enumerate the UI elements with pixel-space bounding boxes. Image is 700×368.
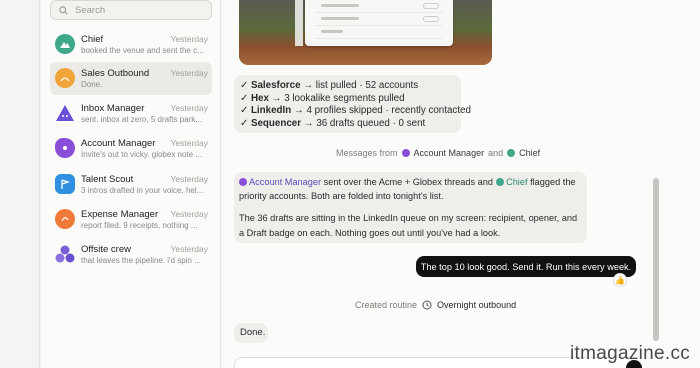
scrollbar-thumb[interactable]: [653, 178, 659, 341]
group-icon: [55, 245, 75, 263]
conversation-name: Account Manager: [81, 138, 156, 149]
summary-step: ✓ LinkedIn → 4 profiles skipped · recent…: [240, 105, 471, 118]
account-manager-dot-icon: [401, 149, 410, 157]
expense-manager-avatar: [55, 209, 75, 229]
talent-scout-avatar: [55, 174, 75, 194]
conversation-name: Talent Scout: [81, 174, 134, 185]
search-input[interactable]: Search: [50, 0, 212, 20]
conversation-time: Yesterday: [170, 174, 209, 184]
mention-account-manager[interactable]: Account Manager: [249, 177, 321, 187]
conversation-name: Sales Outbound: [81, 68, 150, 79]
thumbs-up-reaction-icon[interactable]: 👍: [613, 273, 627, 287]
conversation-name: Offsite crew: [81, 244, 131, 255]
step-tool: Hex: [250, 92, 269, 104]
agent-message-bubble: Account Manager sent over the Acme + Glo…: [234, 172, 587, 243]
chief-dot-icon: [507, 149, 516, 157]
chief-dot-icon: [495, 178, 504, 186]
conversation-preview: sent. inbox at zero, 5 drafts park...: [81, 115, 202, 124]
conversation-item-expense-manager[interactable]: Expense Manager Yesterday report filed. …: [50, 203, 212, 236]
user-message-bubble: The top 10 look good. Send it. Run this …: [416, 256, 636, 277]
conversation-preview: report filed. 9 receipts, nothing ...: [81, 221, 198, 230]
sales-outbound-avatar: [55, 68, 75, 88]
triangle-icon: [56, 105, 74, 121]
sun-icon: [60, 77, 70, 82]
site-watermark: itmagazine.cc: [570, 343, 691, 364]
step-tool: LinkedIn: [250, 105, 292, 117]
clock-icon: [422, 300, 432, 310]
conversation-item-offsite-crew[interactable]: Offsite crew Yesterday that leaves the p…: [50, 238, 212, 271]
account-manager-avatar: [55, 138, 75, 158]
search-icon: [59, 5, 68, 15]
conversation-time: Yesterday: [170, 34, 209, 44]
conversation-name: Expense Manager: [81, 209, 159, 220]
preview-row: [315, 28, 443, 39]
swirl-icon: [61, 217, 69, 222]
eye-icon: [63, 146, 67, 150]
conversation-preview: 3 intros drafted in your voice, hel...: [81, 186, 204, 195]
mention-chief[interactable]: Chief: [506, 177, 527, 187]
step-text: → 3 lookalike segments pulled: [271, 92, 405, 104]
conversation-item-account-manager[interactable]: Account Manager Yesterday Invite's out t…: [50, 132, 212, 165]
conversation-item-inbox-manager[interactable]: Inbox Manager Yesterday sent. inbox at z…: [50, 97, 212, 130]
search-placeholder: Search: [75, 4, 106, 16]
preview-window-edge: [295, 0, 303, 46]
conversation-name: Inbox Manager: [81, 103, 145, 114]
conversation-time: Yesterday: [170, 68, 209, 78]
check-icon: ✓: [240, 105, 249, 117]
conversation-time: Yesterday: [170, 103, 209, 113]
app-frame-edge: [0, 0, 40, 368]
check-icon: ✓: [240, 92, 249, 104]
chat-thread: ✓ Salesforce → list pulled · 52 accounts…: [222, 0, 700, 368]
conversation-time: Yesterday: [170, 138, 209, 148]
conversation-preview: that leaves the pipeline. i'd spin ...: [81, 256, 201, 265]
conversation-preview: booked the venue and sent the c...: [81, 46, 204, 55]
conversation-name: Chief: [81, 34, 104, 45]
user-message-text: The top 10 look good. Send it. Run this …: [420, 261, 632, 272]
screen-preview-image[interactable]: [239, 0, 492, 65]
messages-from-joiner: and: [488, 148, 504, 158]
preview-row: [315, 15, 443, 26]
preview-row: [315, 2, 443, 13]
agent-final-reply: Done.: [234, 323, 268, 343]
conversation-time: Yesterday: [170, 244, 209, 254]
account-manager-dot-icon: [239, 178, 247, 186]
preview-window-card: [305, 0, 453, 46]
step-text: → 36 drafts queued · 0 sent: [303, 117, 426, 129]
message-text: sent over the Acme + Globex threads and: [323, 177, 493, 187]
chief-avatar: [55, 34, 75, 54]
mountain-icon: [60, 42, 70, 48]
messages-from-prefix: Messages from: [336, 148, 398, 158]
check-icon: ✓: [240, 80, 249, 91]
step-tool: Salesforce: [250, 80, 301, 91]
step-tool: Sequencer: [250, 117, 302, 129]
messages-from-agent[interactable]: Account Manager: [414, 148, 485, 158]
step-text: → 4 profiles skipped · recently contacte…: [293, 105, 471, 117]
agent-message-paragraph: Account Manager sent over the Acme + Glo…: [239, 175, 580, 203]
messages-from-agent[interactable]: Chief: [519, 148, 540, 158]
conversation-preview: Invite's out to vicky. globex note ...: [81, 150, 202, 159]
offsite-crew-avatar: [55, 244, 75, 264]
check-icon: ✓: [240, 117, 249, 129]
summary-step: ✓ Hex → 3 lookalike segments pulled: [240, 93, 455, 106]
conversation-item-chief[interactable]: Chief Yesterday booked the venue and sen…: [50, 28, 212, 61]
summary-step: ✓ Salesforce → list pulled · 52 accounts: [240, 80, 455, 93]
conversation-preview: Done.: [81, 80, 103, 89]
routine-created-notice: Created routine Overnight outbound: [355, 300, 516, 310]
step-text: → list pulled · 52 accounts: [303, 80, 419, 91]
inbox-manager-avatar: [55, 103, 75, 123]
conversation-item-sales-outbound[interactable]: Sales Outbound Yesterday Done.: [50, 62, 212, 95]
final-reply-text: Done.: [240, 327, 266, 338]
agent-message-paragraph: The 36 drafts are sitting in the LinkedI…: [239, 213, 578, 238]
conversation-time: Yesterday: [170, 209, 209, 219]
reaction-emoji: 👍: [615, 275, 625, 285]
messages-from-divider: Messages from Account Manager and Chief: [336, 148, 540, 158]
flag-icon: [61, 179, 71, 189]
routine-prefix: Created routine: [355, 300, 418, 310]
conversation-item-talent-scout[interactable]: Talent Scout Yesterday 3 intros drafted …: [50, 168, 212, 201]
conversation-sidebar: Search Chief Yesterday booked the venue …: [41, 0, 221, 368]
routine-name[interactable]: Overnight outbound: [437, 300, 516, 310]
summary-step: ✓ Sequencer → 36 drafts queued · 0 sent: [240, 118, 455, 131]
tool-summary-bubble: ✓ Salesforce → list pulled · 52 accounts…: [234, 75, 471, 133]
